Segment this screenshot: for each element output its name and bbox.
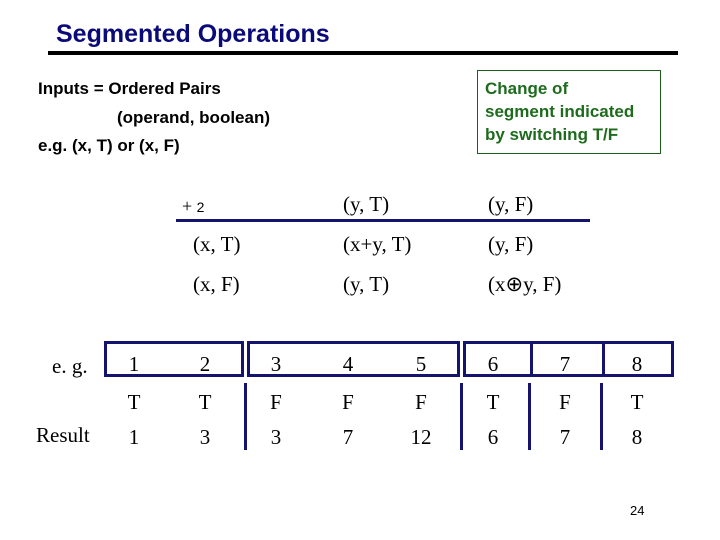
example-values-cell: 1	[128, 352, 140, 376]
segment-boundary-line	[244, 383, 247, 450]
operator-subscript: 2	[196, 199, 205, 215]
segment-divider	[530, 344, 533, 374]
example-flags-cell: F	[342, 390, 354, 414]
segment-boundary-line	[528, 383, 531, 450]
col-header-yF: (y, F)	[488, 192, 534, 216]
example-results-cell: 7	[342, 425, 354, 449]
cell-xF-yT: (y, T)	[343, 272, 390, 296]
operator: +	[182, 196, 193, 216]
example-values-cell: 8	[631, 352, 643, 376]
intro-line-1: Inputs = Ordered Pairs	[38, 79, 221, 98]
intro-line-2: (operand, boolean)	[117, 108, 270, 127]
result-label: Result	[36, 423, 90, 447]
page-number: 24	[630, 503, 645, 518]
example-values-cell: 3	[270, 352, 282, 376]
example-values-cell: 4	[342, 352, 354, 376]
example-flags-cell: F	[415, 390, 427, 414]
example-results-cell: 3	[199, 425, 211, 449]
example-flags-cell: T	[127, 390, 141, 414]
operator-symbol: + 2	[182, 196, 204, 217]
example-values-cell: 7	[559, 352, 571, 376]
example-label: e. g.	[52, 354, 88, 378]
cell-xF-yF: (x⊕y, F)	[488, 272, 562, 296]
example-flags-cell: T	[486, 390, 500, 414]
table-header-rule	[176, 219, 590, 222]
example-flags-cell: T	[630, 390, 644, 414]
cell-xT-yF: (y, F)	[488, 232, 534, 256]
example-results-cell: 3	[270, 425, 282, 449]
row-header-xF: (x, F)	[193, 272, 240, 296]
example-values-cell: 5	[415, 352, 427, 376]
example-values-cell: 6	[487, 352, 499, 376]
example-values-cell: 2	[199, 352, 211, 376]
cell-xT-yT: (x+y, T)	[343, 232, 412, 256]
example-flags-cell: F	[559, 390, 571, 414]
segment-divider	[602, 344, 605, 374]
segment-note-box: Change of segment indicated by switching…	[477, 70, 661, 154]
col-header-yT: (y, T)	[343, 192, 390, 216]
row-header-xT: (x, T)	[193, 232, 241, 256]
note-line-3: by switching T/F	[485, 125, 619, 144]
example-flags-cell: T	[198, 390, 212, 414]
example-results-cell: 6	[487, 425, 499, 449]
note-line-2: segment indicated	[485, 102, 635, 121]
example-flags-cell: F	[270, 390, 282, 414]
slide-title: Segmented Operations	[56, 20, 330, 48]
segment-boundary-line	[600, 383, 603, 450]
note-line-1: Change of	[485, 79, 569, 98]
example-results-cell: 8	[631, 425, 643, 449]
example-results-cell: 1	[128, 425, 140, 449]
title-underline	[48, 51, 678, 55]
example-results-cell: 7	[559, 425, 571, 449]
intro-line-3: e.g. (x, T) or (x, F)	[38, 136, 180, 155]
example-results-cell: 12	[410, 425, 432, 449]
segment-boundary-line	[460, 383, 463, 450]
